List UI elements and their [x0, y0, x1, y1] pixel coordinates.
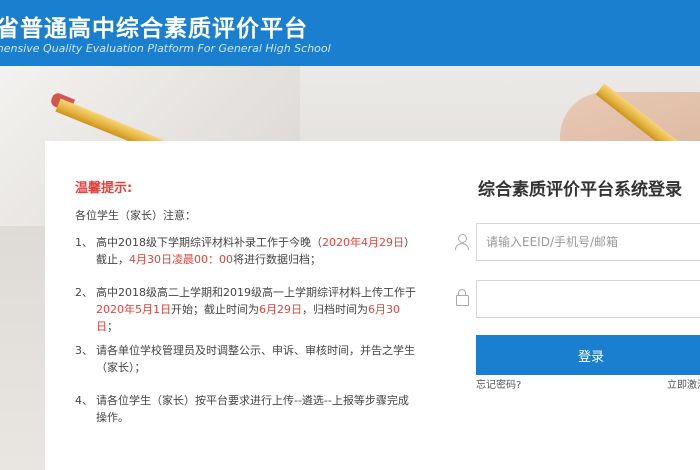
lock-icon	[456, 289, 469, 307]
notice-item-number: 1、	[75, 236, 93, 249]
notice-text: ，归档时间为	[302, 303, 368, 316]
notice-item-text: 请各位学生（家长）按平台要求进行上传--遴选--上报等步骤完成操作。	[96, 392, 418, 426]
notice-greeting: 各位学生（家长）注意：	[75, 209, 196, 222]
notice-text: 高中2018级下学期综评材料补录工作于今晚（	[96, 236, 322, 249]
main-panel: 温馨提示: 各位学生（家长）注意： 1、 高中2018级下学期综评材料补录工作于…	[45, 141, 700, 470]
notice-text: 开始；截止时间为	[171, 303, 259, 316]
notice-text: 请各位学生（家长）按平台要求进行上传--遴选--上报等步骤完成操作。	[96, 394, 409, 424]
notice-item-text: 请各单位学校管理员及时调整公示、申诉、审核时间，并告之学生（家长）；	[96, 342, 418, 376]
highlight-text: 6月29日	[259, 303, 302, 316]
notice-text: 高中2018级高二上学期和2019级高一上学期综评材料上传工作于	[96, 286, 416, 299]
notice-text: 请各单位学校管理员及时调整公示、申诉、审核时间，并告之学生（家长）；	[96, 344, 415, 374]
notice-text: ；	[107, 320, 118, 333]
login-title: 综合素质评价平台系统登录	[478, 180, 682, 200]
highlight-text: 2020年5月1日	[96, 303, 171, 316]
highlight-text: 2020年4月29日	[322, 236, 404, 249]
notice-item-text: 高中2018级下学期综评材料补录工作于今晚（2020年4月29日）截止，4月30…	[96, 234, 418, 268]
notice-title: 温馨提示:	[75, 181, 133, 196]
highlight-text: 4月30日凌晨00：00	[129, 253, 233, 266]
platform-title: 省普通高中综合素质评价平台	[0, 16, 308, 42]
platform-subtitle: ehensive Quality Evaluation Platform For…	[0, 42, 331, 55]
login-button[interactable]: 登录	[476, 335, 700, 375]
forgot-password-link[interactable]: 忘记密码?	[476, 376, 521, 391]
header-bar: 省普通高中综合素质评价平台 ehensive Quality Evaluatio…	[0, 0, 700, 66]
user-icon	[455, 234, 469, 250]
notice-item-number: 3、	[75, 344, 93, 357]
notice-text: 将进行数据归档；	[233, 253, 321, 266]
activate-now-link[interactable]: 立即激活	[667, 376, 700, 391]
notice-item-number: 2、	[75, 286, 93, 299]
notice-item-text: 高中2018级高二上学期和2019级高一上学期综评材料上传工作于 2020年5月1…	[96, 284, 418, 335]
password-input[interactable]	[476, 280, 700, 318]
notice-item-number: 4、	[75, 394, 93, 407]
account-input[interactable]	[476, 223, 700, 261]
